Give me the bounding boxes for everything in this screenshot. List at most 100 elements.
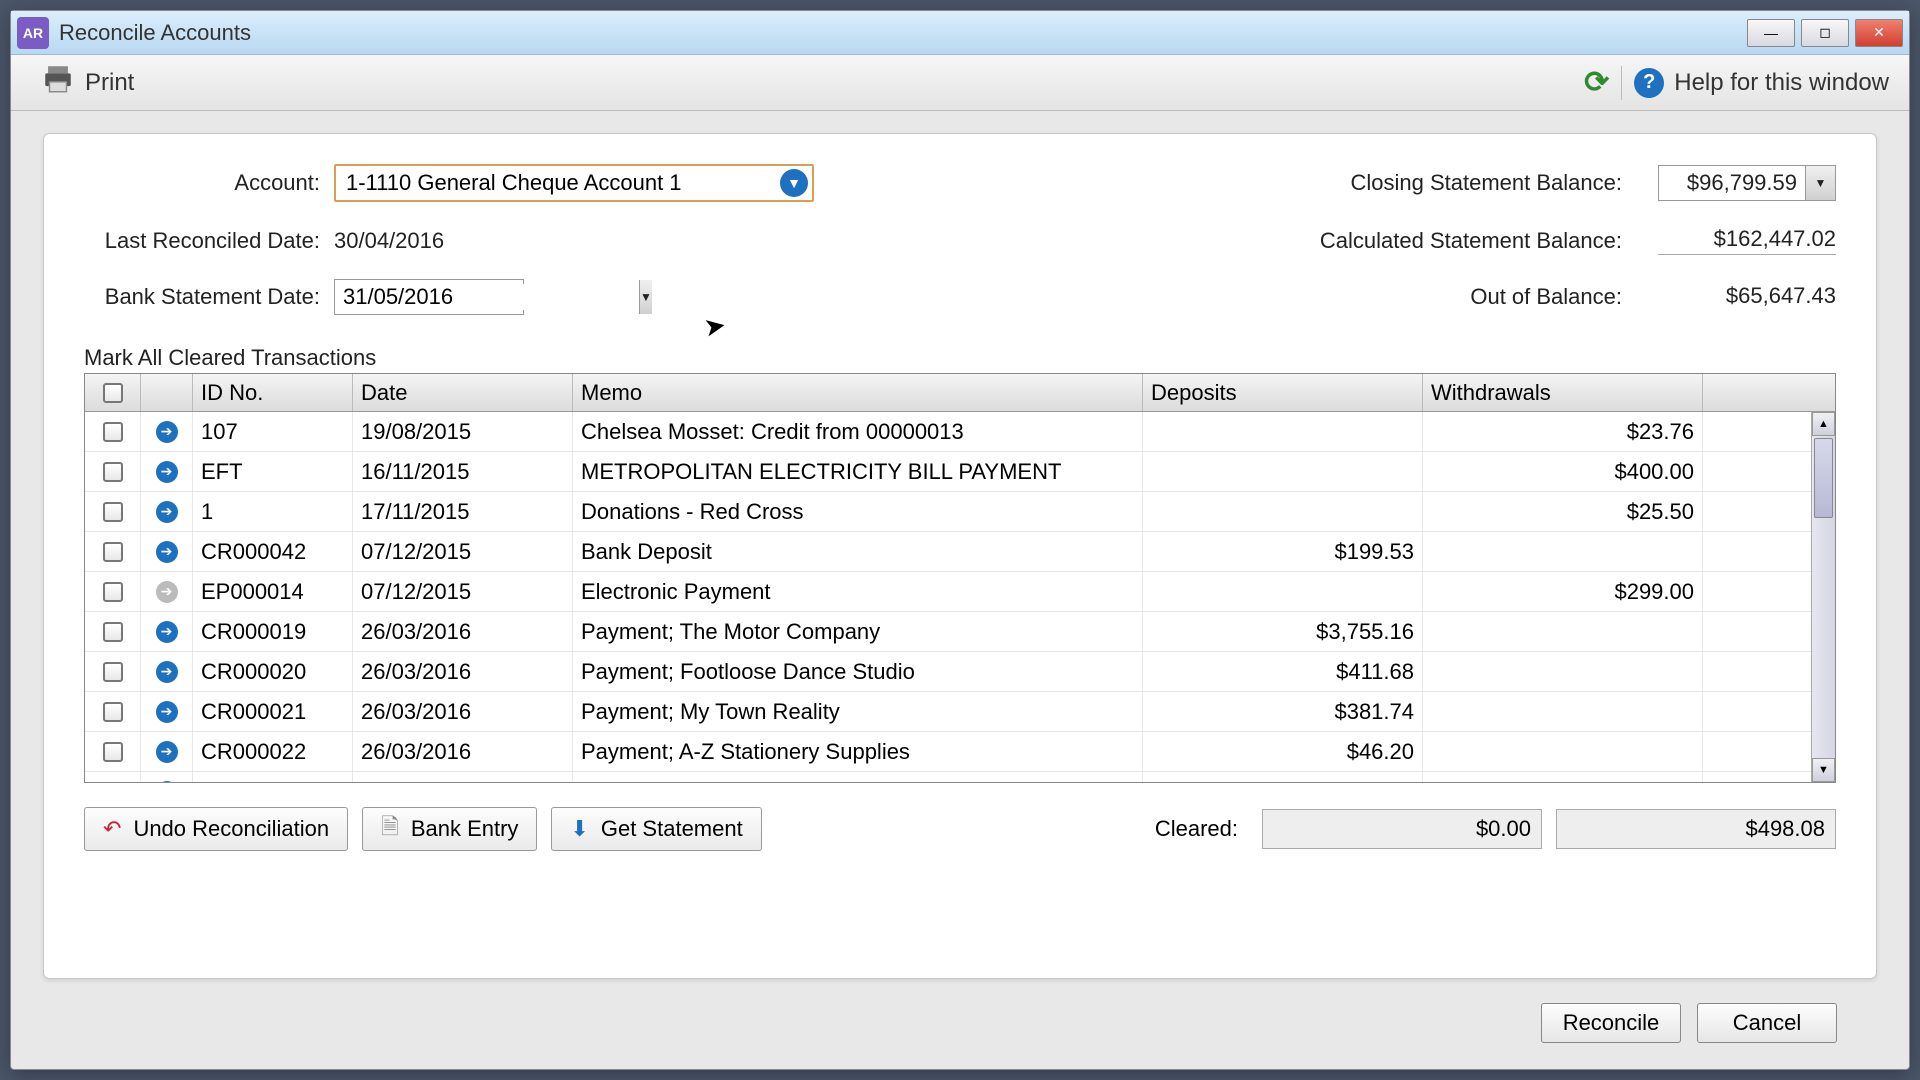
- table-row[interactable]: ➔CR00004207/12/2015Bank Deposit$199.53: [85, 532, 1835, 572]
- row-checkbox[interactable]: [103, 462, 123, 482]
- get-statement-icon: ⬇: [570, 816, 588, 842]
- cell-memo: Electronic Payment: [573, 572, 1143, 611]
- vertical-scrollbar[interactable]: ▲ ▼: [1811, 412, 1835, 782]
- row-checkbox[interactable]: [103, 662, 123, 682]
- header-withdrawals[interactable]: Withdrawals: [1423, 374, 1703, 411]
- scroll-down-icon[interactable]: ▼: [1812, 758, 1835, 782]
- bank-stmt-date-field[interactable]: ▼: [334, 279, 524, 315]
- close-button[interactable]: ✕: [1855, 19, 1903, 47]
- closing-balance-field[interactable]: $96,799.59 ▼: [1658, 165, 1836, 201]
- account-combo[interactable]: ▼: [334, 164, 814, 202]
- row-open-icon[interactable]: ➔: [156, 461, 178, 483]
- table-row[interactable]: ➔CR00001926/03/2016Payment; The Motor Co…: [85, 612, 1835, 652]
- cell-date: 26/03/2016: [353, 612, 573, 651]
- refresh-button[interactable]: ⟳: [1584, 65, 1609, 100]
- row-checkbox[interactable]: [103, 582, 123, 602]
- mark-all-link[interactable]: Mark All Cleared Transactions: [84, 345, 1836, 371]
- cell-withdrawals: [1423, 772, 1703, 782]
- cell-deposits: [1143, 572, 1423, 611]
- cell-deposits: $3,755.16: [1143, 612, 1423, 651]
- header-date[interactable]: Date: [353, 374, 573, 411]
- cell-id: 107: [193, 412, 353, 451]
- bank-stmt-date-input[interactable]: [335, 284, 639, 310]
- table-row[interactable]: ➔CR00002026/03/2016Payment; Footloose Da…: [85, 652, 1835, 692]
- table-row[interactable]: ➔CR00002326/03/2016Payment: Footloose Da…: [85, 772, 1835, 782]
- cell-deposits: $7.027.44: [1143, 772, 1423, 782]
- grid-body: ➔10719/08/2015Chelsea Mosset: Credit fro…: [85, 412, 1835, 782]
- get-statement-button[interactable]: ⬇ Get Statement: [551, 807, 761, 851]
- closing-balance-value: $96,799.59: [1659, 170, 1805, 196]
- cell-date: 26/03/2016: [353, 772, 573, 782]
- row-open-icon[interactable]: ➔: [156, 421, 178, 443]
- maximize-button[interactable]: ◻: [1801, 19, 1849, 47]
- cleared-label: Cleared:: [1155, 816, 1238, 842]
- row-open-icon[interactable]: ➔: [156, 661, 178, 683]
- calculated-balance-value: $162,447.02: [1658, 226, 1836, 255]
- cell-memo: Payment; Footloose Dance Studio: [573, 652, 1143, 691]
- header-id[interactable]: ID No.: [193, 374, 353, 411]
- row-open-icon[interactable]: ➔: [156, 501, 178, 523]
- last-reconciled-label: Last Reconciled Date:: [84, 228, 334, 254]
- window-controls: — ◻ ✕: [1747, 19, 1903, 47]
- reconcile-window: AR Reconcile Accounts — ◻ ✕ Print ⟳ ? He…: [10, 10, 1910, 1070]
- main-panel: Account: ▼ Closing Statement Balance: $9…: [43, 133, 1877, 979]
- header-icon-col: [141, 374, 193, 411]
- closing-balance-dropdown-icon[interactable]: ▼: [1805, 166, 1835, 200]
- toolbar-separator: [1621, 66, 1622, 100]
- last-reconciled-value: 30/04/2016: [334, 228, 854, 254]
- cell-id: 1: [193, 492, 353, 531]
- table-row[interactable]: ➔10719/08/2015Chelsea Mosset: Credit fro…: [85, 412, 1835, 452]
- row-checkbox[interactable]: [103, 622, 123, 642]
- cell-deposits: [1143, 452, 1423, 491]
- header-deposits[interactable]: Deposits: [1143, 374, 1423, 411]
- row-checkbox[interactable]: [103, 742, 123, 762]
- row-checkbox[interactable]: [103, 422, 123, 442]
- cleared-withdrawals-box: $498.08: [1556, 809, 1836, 849]
- table-row[interactable]: ➔CR00002226/03/2016Payment; A-Z Statione…: [85, 732, 1835, 772]
- scroll-thumb[interactable]: [1814, 438, 1833, 518]
- cell-withdrawals: $299.00: [1423, 572, 1703, 611]
- row-checkbox[interactable]: [103, 702, 123, 722]
- row-open-icon[interactable]: ➔: [156, 701, 178, 723]
- print-button[interactable]: Print: [31, 58, 144, 107]
- cell-date: 07/12/2015: [353, 572, 573, 611]
- out-of-balance-value: $65,647.43: [1658, 283, 1836, 311]
- closing-balance-label: Closing Statement Balance:: [1276, 170, 1636, 196]
- row-checkbox[interactable]: [103, 502, 123, 522]
- help-icon: ?: [1634, 68, 1664, 98]
- cell-memo: Payment; The Motor Company: [573, 612, 1143, 651]
- bank-entry-icon: 🗎: [381, 810, 399, 848]
- cancel-button[interactable]: Cancel: [1697, 1003, 1837, 1043]
- table-row[interactable]: ➔CR00002126/03/2016Payment; My Town Real…: [85, 692, 1835, 732]
- cell-id: CR000022: [193, 732, 353, 771]
- table-row[interactable]: ➔EP00001407/12/2015Electronic Payment$29…: [85, 572, 1835, 612]
- row-open-icon[interactable]: ➔: [156, 781, 178, 783]
- row-open-icon[interactable]: ➔: [156, 741, 178, 763]
- bank-stmt-date-dropdown-icon[interactable]: ▼: [639, 280, 652, 314]
- cell-id: CR000021: [193, 692, 353, 731]
- cell-withdrawals: $23.76: [1423, 412, 1703, 451]
- scroll-up-icon[interactable]: ▲: [1812, 412, 1835, 436]
- cell-id: CR000042: [193, 532, 353, 571]
- bank-entry-button[interactable]: 🗎 Bank Entry: [362, 807, 537, 851]
- row-open-icon[interactable]: ➔: [156, 621, 178, 643]
- table-row[interactable]: ➔EFT16/11/2015METROPOLITAN ELECTRICITY B…: [85, 452, 1835, 492]
- help-button[interactable]: ? Help for this window: [1634, 68, 1889, 98]
- row-open-icon[interactable]: ➔: [156, 541, 178, 563]
- row-checkbox[interactable]: [103, 782, 123, 783]
- row-open-icon[interactable]: ➔: [156, 581, 178, 603]
- undo-reconciliation-button[interactable]: ↶ Undo Reconciliation: [84, 807, 348, 851]
- print-label: Print: [85, 69, 134, 97]
- reconcile-button[interactable]: Reconcile: [1541, 1003, 1681, 1043]
- header-memo[interactable]: Memo: [573, 374, 1143, 411]
- row-checkbox[interactable]: [103, 542, 123, 562]
- select-all-checkbox[interactable]: [103, 383, 123, 403]
- account-dropdown-icon[interactable]: ▼: [780, 169, 808, 197]
- minimize-button[interactable]: —: [1747, 19, 1795, 47]
- form-area: Account: ▼ Closing Statement Balance: $9…: [84, 164, 1836, 315]
- account-input[interactable]: [336, 170, 780, 196]
- table-row[interactable]: ➔117/11/2015Donations - Red Cross$25.50: [85, 492, 1835, 532]
- cell-memo: Payment: Footloose Dance Studio: [573, 772, 1143, 782]
- grid-header: ID No. Date Memo Deposits Withdrawals: [85, 374, 1835, 412]
- cell-withdrawals: [1423, 612, 1703, 651]
